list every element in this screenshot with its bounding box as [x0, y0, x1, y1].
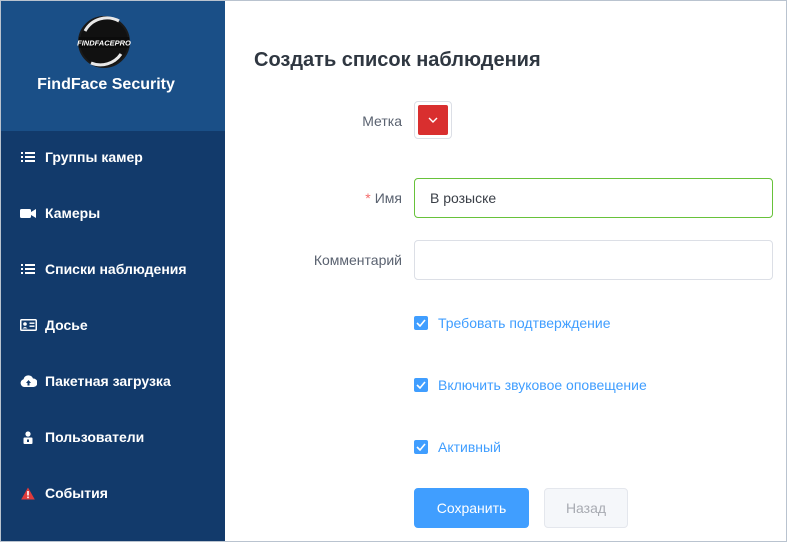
sidebar-item-events[interactable]: События: [1, 465, 225, 521]
comment-label: Комментарий: [265, 252, 402, 268]
findface-logo: FINDFACEPRO: [77, 16, 131, 68]
required-mark: *: [365, 190, 371, 206]
sidebar-item-label: Камеры: [45, 205, 101, 221]
active-checkbox[interactable]: Активный: [414, 439, 501, 455]
list-icon: [19, 148, 37, 166]
name-label: * Имя: [285, 190, 402, 206]
sidebar-item-label: Пакетная загрузка: [45, 373, 171, 389]
checkbox-checked-icon: [414, 316, 428, 330]
user-lock-icon: [19, 428, 37, 446]
sound-alert-checkbox[interactable]: Включить звуковое оповещение: [414, 377, 647, 393]
list-icon: [19, 260, 37, 278]
sidebar-item-label: События: [45, 485, 108, 501]
warning-icon: [19, 484, 37, 502]
sidebar-item-cameras[interactable]: Камеры: [1, 185, 225, 241]
sidebar-item-label: Пользователи: [45, 429, 145, 445]
checkbox-checked-icon: [414, 440, 428, 454]
color-swatch: [418, 105, 448, 135]
checkbox-label: Требовать подтверждение: [438, 315, 611, 331]
checkbox-checked-icon: [414, 378, 428, 392]
color-picker[interactable]: [414, 101, 452, 139]
color-label: Метка: [285, 113, 402, 129]
cloud-upload-icon: [19, 372, 37, 390]
sidebar: FINDFACEPRO FindFace Security Группы кам…: [1, 1, 225, 541]
require-confirmation-checkbox[interactable]: Требовать подтверждение: [414, 315, 611, 331]
sidebar-item-camera-groups[interactable]: Группы камер: [1, 129, 225, 185]
sidebar-item-dossier[interactable]: Досье: [1, 297, 225, 353]
video-camera-icon: [19, 204, 37, 222]
comment-label-text: Комментарий: [313, 252, 402, 268]
chevron-down-icon: [428, 117, 438, 123]
name-label-text: Имя: [374, 190, 402, 206]
color-label-text: Метка: [362, 113, 402, 129]
brand-header: FINDFACEPRO FindFace Security: [1, 1, 225, 131]
sidebar-item-label: Списки наблюдения: [45, 261, 187, 277]
sidebar-item-users[interactable]: Пользователи: [1, 409, 225, 465]
sidebar-item-watch-lists[interactable]: Списки наблюдения: [1, 241, 225, 297]
sidebar-item-label: Досье: [45, 317, 88, 333]
comment-input[interactable]: [414, 240, 773, 280]
main-content: Создать список наблюдения Метка *Имя Ком…: [225, 1, 786, 541]
back-button[interactable]: Назад: [544, 488, 628, 528]
id-card-icon: [19, 316, 37, 334]
sidebar-item-batch-upload[interactable]: Пакетная загрузка: [1, 353, 225, 409]
save-button[interactable]: Сохранить: [414, 488, 529, 528]
name-input[interactable]: [414, 178, 773, 218]
checkbox-label: Включить звуковое оповещение: [438, 377, 647, 393]
brand-title: FindFace Security: [37, 76, 175, 93]
checkbox-label: Активный: [438, 439, 501, 455]
app-window: FINDFACEPRO FindFace Security Группы кам…: [0, 0, 787, 542]
page-title: Создать список наблюдения: [254, 49, 541, 71]
sidebar-item-label: Группы камер: [45, 149, 143, 165]
logo-text: FINDFACEPRO: [77, 39, 131, 48]
